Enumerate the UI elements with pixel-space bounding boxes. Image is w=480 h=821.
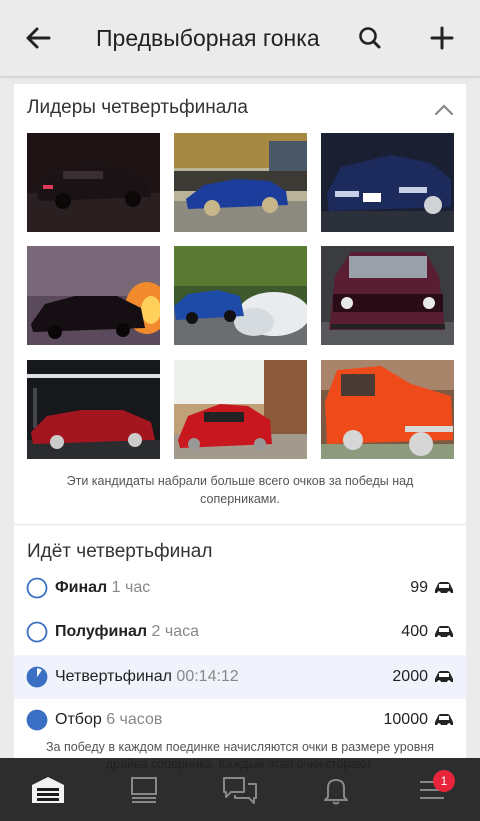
search-icon[interactable] <box>354 22 386 54</box>
stage-quarterfinal[interactable]: Четвертьфинал 00:14:12 2000 <box>14 655 466 699</box>
stage-time: 1 час <box>111 579 151 596</box>
stage-final[interactable]: Финал 1 час 99 <box>14 566 466 610</box>
car-icon <box>435 714 453 727</box>
stage-score: 2000 <box>392 668 428 685</box>
chevron-up-icon[interactable] <box>430 98 458 122</box>
dark-sedan-photo[interactable] <box>27 133 160 232</box>
stages-title: Идёт четвертьфинал <box>27 541 213 562</box>
stage-progress-full-icon <box>26 709 48 731</box>
navy-sports-coupe-photo[interactable] <box>321 133 454 232</box>
messages-icon[interactable] <box>218 770 262 810</box>
stage-qualification[interactable]: Отбор 6 часов 10000 <box>14 698 466 742</box>
blue-sedan-photo[interactable] <box>174 133 307 232</box>
stage-time: 00:14:12 <box>176 668 239 685</box>
car-icon <box>435 582 453 595</box>
leaders-card: Лидеры четвертьфинала Эти кандидаты набр… <box>14 84 466 771</box>
stage-label: Отбор <box>55 711 102 728</box>
stage-score: 99 <box>410 579 428 596</box>
sunset-sedan-photo[interactable] <box>27 246 160 345</box>
plus-icon[interactable] <box>426 22 458 54</box>
stage-time: 6 часов <box>106 711 163 728</box>
notification-badge: 1 <box>433 770 455 792</box>
app-header: Предвыборная гонка <box>0 0 480 76</box>
stage-progress-partial-icon <box>26 666 48 688</box>
stage-label: Четвертьфинал <box>55 668 172 685</box>
notifications-icon[interactable] <box>314 770 358 810</box>
red-sedan-garage-photo[interactable] <box>27 360 160 459</box>
drifting-car-photo[interactable] <box>174 246 307 345</box>
leaders-caption: Эти кандидаты набрали больше всего очков… <box>66 474 414 506</box>
orange-hatchback-photo[interactable] <box>321 360 454 459</box>
car-icon <box>435 626 453 639</box>
divider <box>14 524 466 525</box>
stage-time: 2 часа <box>151 623 200 640</box>
stage-label: Финал <box>55 579 108 596</box>
stage-semifinal[interactable]: Полуфинал 2 часа 400 <box>14 610 466 654</box>
garage-icon[interactable] <box>26 770 70 810</box>
feed-icon[interactable] <box>122 770 166 810</box>
leaders-title: Лидеры четвертьфинала <box>27 97 248 118</box>
stage-label: Полуфинал <box>55 623 148 640</box>
red-sports-car-photo[interactable] <box>174 360 307 459</box>
bottom-navigation <box>0 758 480 821</box>
stage-progress-empty-icon <box>26 621 48 643</box>
stage-progress-empty-icon <box>26 577 48 599</box>
stage-score: 10000 <box>383 711 429 728</box>
page-title: Предвыборная гонка <box>96 25 320 51</box>
car-icon <box>435 671 453 684</box>
maroon-hatchback-photo[interactable] <box>321 246 454 345</box>
stage-score: 400 <box>401 623 428 640</box>
arrow-left-icon[interactable] <box>22 22 54 54</box>
